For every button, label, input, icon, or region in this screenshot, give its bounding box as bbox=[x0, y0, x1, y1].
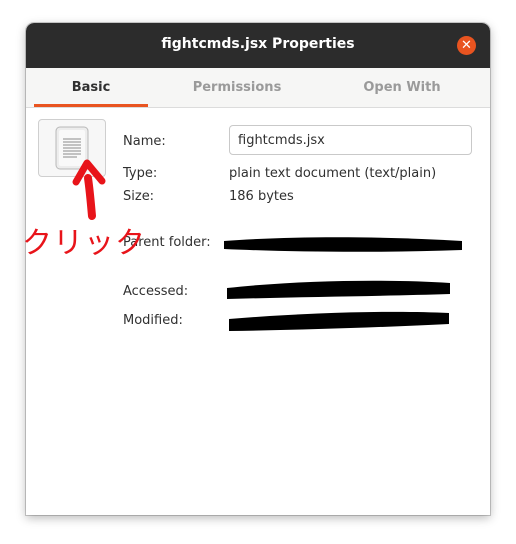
name-input[interactable] bbox=[229, 125, 472, 155]
modified-label: Modified: bbox=[123, 313, 183, 328]
size-label: Size: bbox=[123, 189, 155, 204]
tab-open-with[interactable]: Open With bbox=[326, 68, 478, 107]
window-title: fightcmds.jsx Properties bbox=[161, 36, 355, 52]
click-annotation-label: クリック bbox=[22, 226, 146, 261]
name-label: Name: bbox=[123, 134, 166, 149]
properties-window: fightcmds.jsx Properties ✕ Basic Permiss… bbox=[26, 23, 490, 515]
type-value: plain text document (text/plain) bbox=[229, 166, 437, 181]
tab-bar: Basic Permissions Open With bbox=[26, 68, 490, 108]
accessed-label: Accessed: bbox=[123, 284, 189, 299]
size-value: 186 bytes bbox=[229, 189, 294, 204]
close-icon: ✕ bbox=[461, 38, 472, 53]
close-button[interactable]: ✕ bbox=[457, 36, 476, 55]
tab-basic[interactable]: Basic bbox=[34, 68, 148, 107]
type-label: Type: bbox=[123, 166, 158, 181]
title-bar: fightcmds.jsx Properties ✕ bbox=[26, 23, 490, 68]
tab-permissions[interactable]: Permissions bbox=[172, 68, 302, 107]
file-icon-button[interactable] bbox=[38, 119, 106, 177]
text-document-icon bbox=[55, 126, 89, 170]
